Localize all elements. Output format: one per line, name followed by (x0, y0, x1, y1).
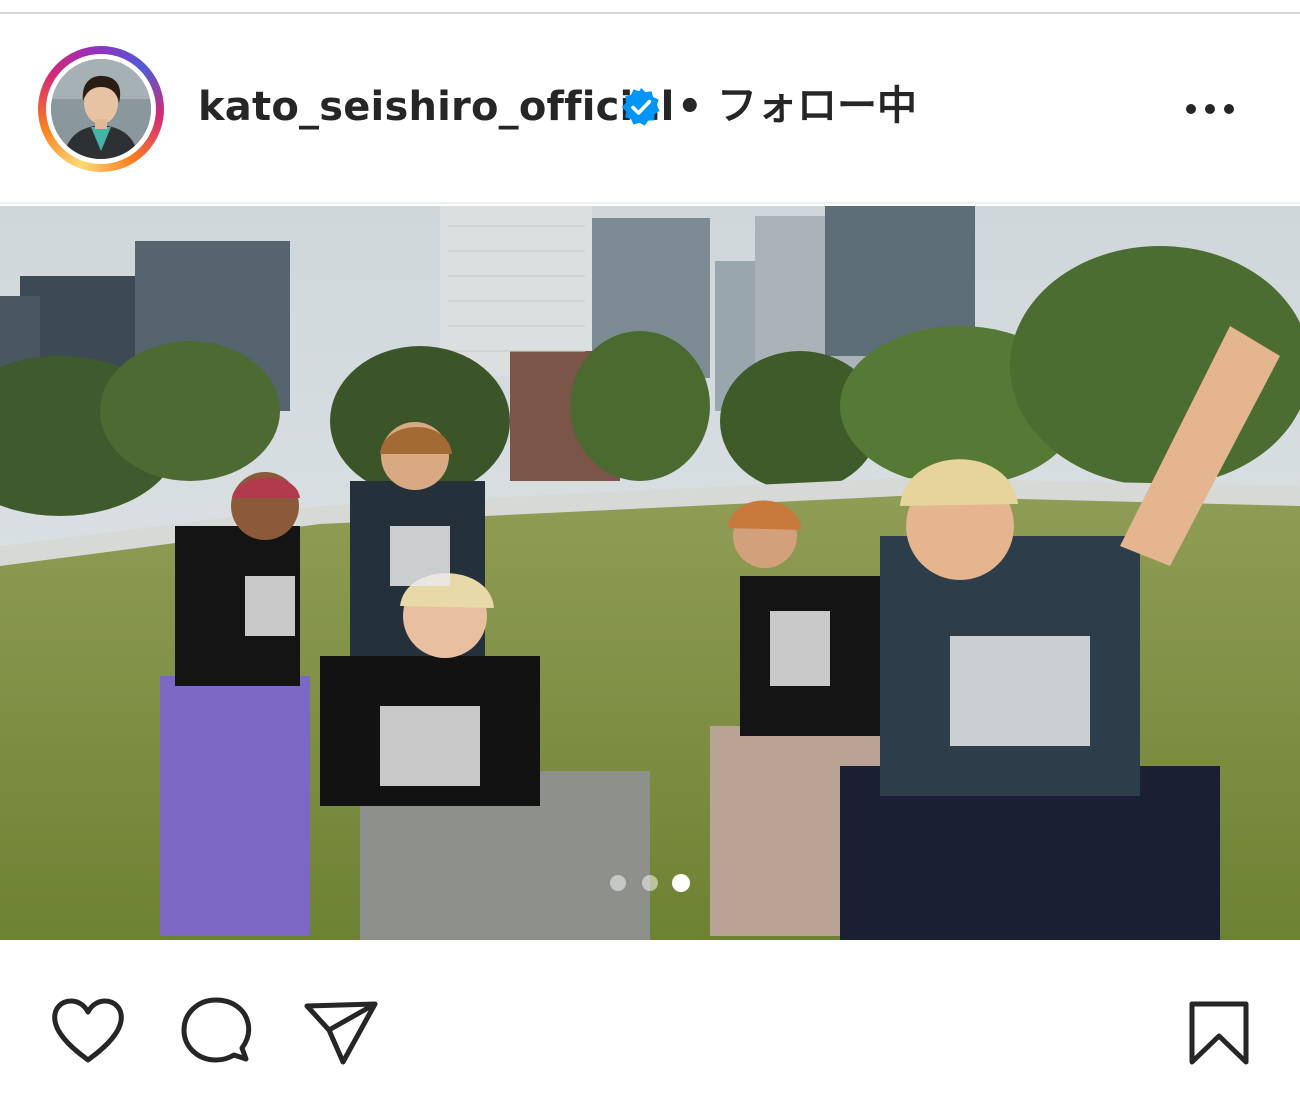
more-options-icon[interactable] (1180, 96, 1240, 122)
post-photo[interactable] (0, 206, 1300, 940)
avatar[interactable] (51, 59, 151, 159)
username-link[interactable]: kato_seishiro_official (198, 83, 675, 131)
send-icon[interactable] (303, 1000, 379, 1066)
instagram-post: kato_seishiro_official • フォロー中 (0, 0, 1300, 1115)
carousel-dot (610, 875, 626, 891)
following-button[interactable]: フォロー中 (717, 82, 917, 130)
story-ring[interactable] (38, 46, 164, 172)
carousel-dot-active (672, 874, 690, 892)
carousel-dot (642, 875, 658, 891)
comment-icon[interactable] (178, 996, 254, 1068)
bookmark-icon[interactable] (1188, 1000, 1252, 1068)
separator-dot: • (677, 84, 703, 130)
carousel-indicator (610, 874, 690, 892)
verified-badge-icon (622, 88, 660, 126)
heart-icon[interactable] (50, 996, 126, 1066)
avatar-image (51, 59, 151, 159)
post-image (0, 206, 1300, 940)
